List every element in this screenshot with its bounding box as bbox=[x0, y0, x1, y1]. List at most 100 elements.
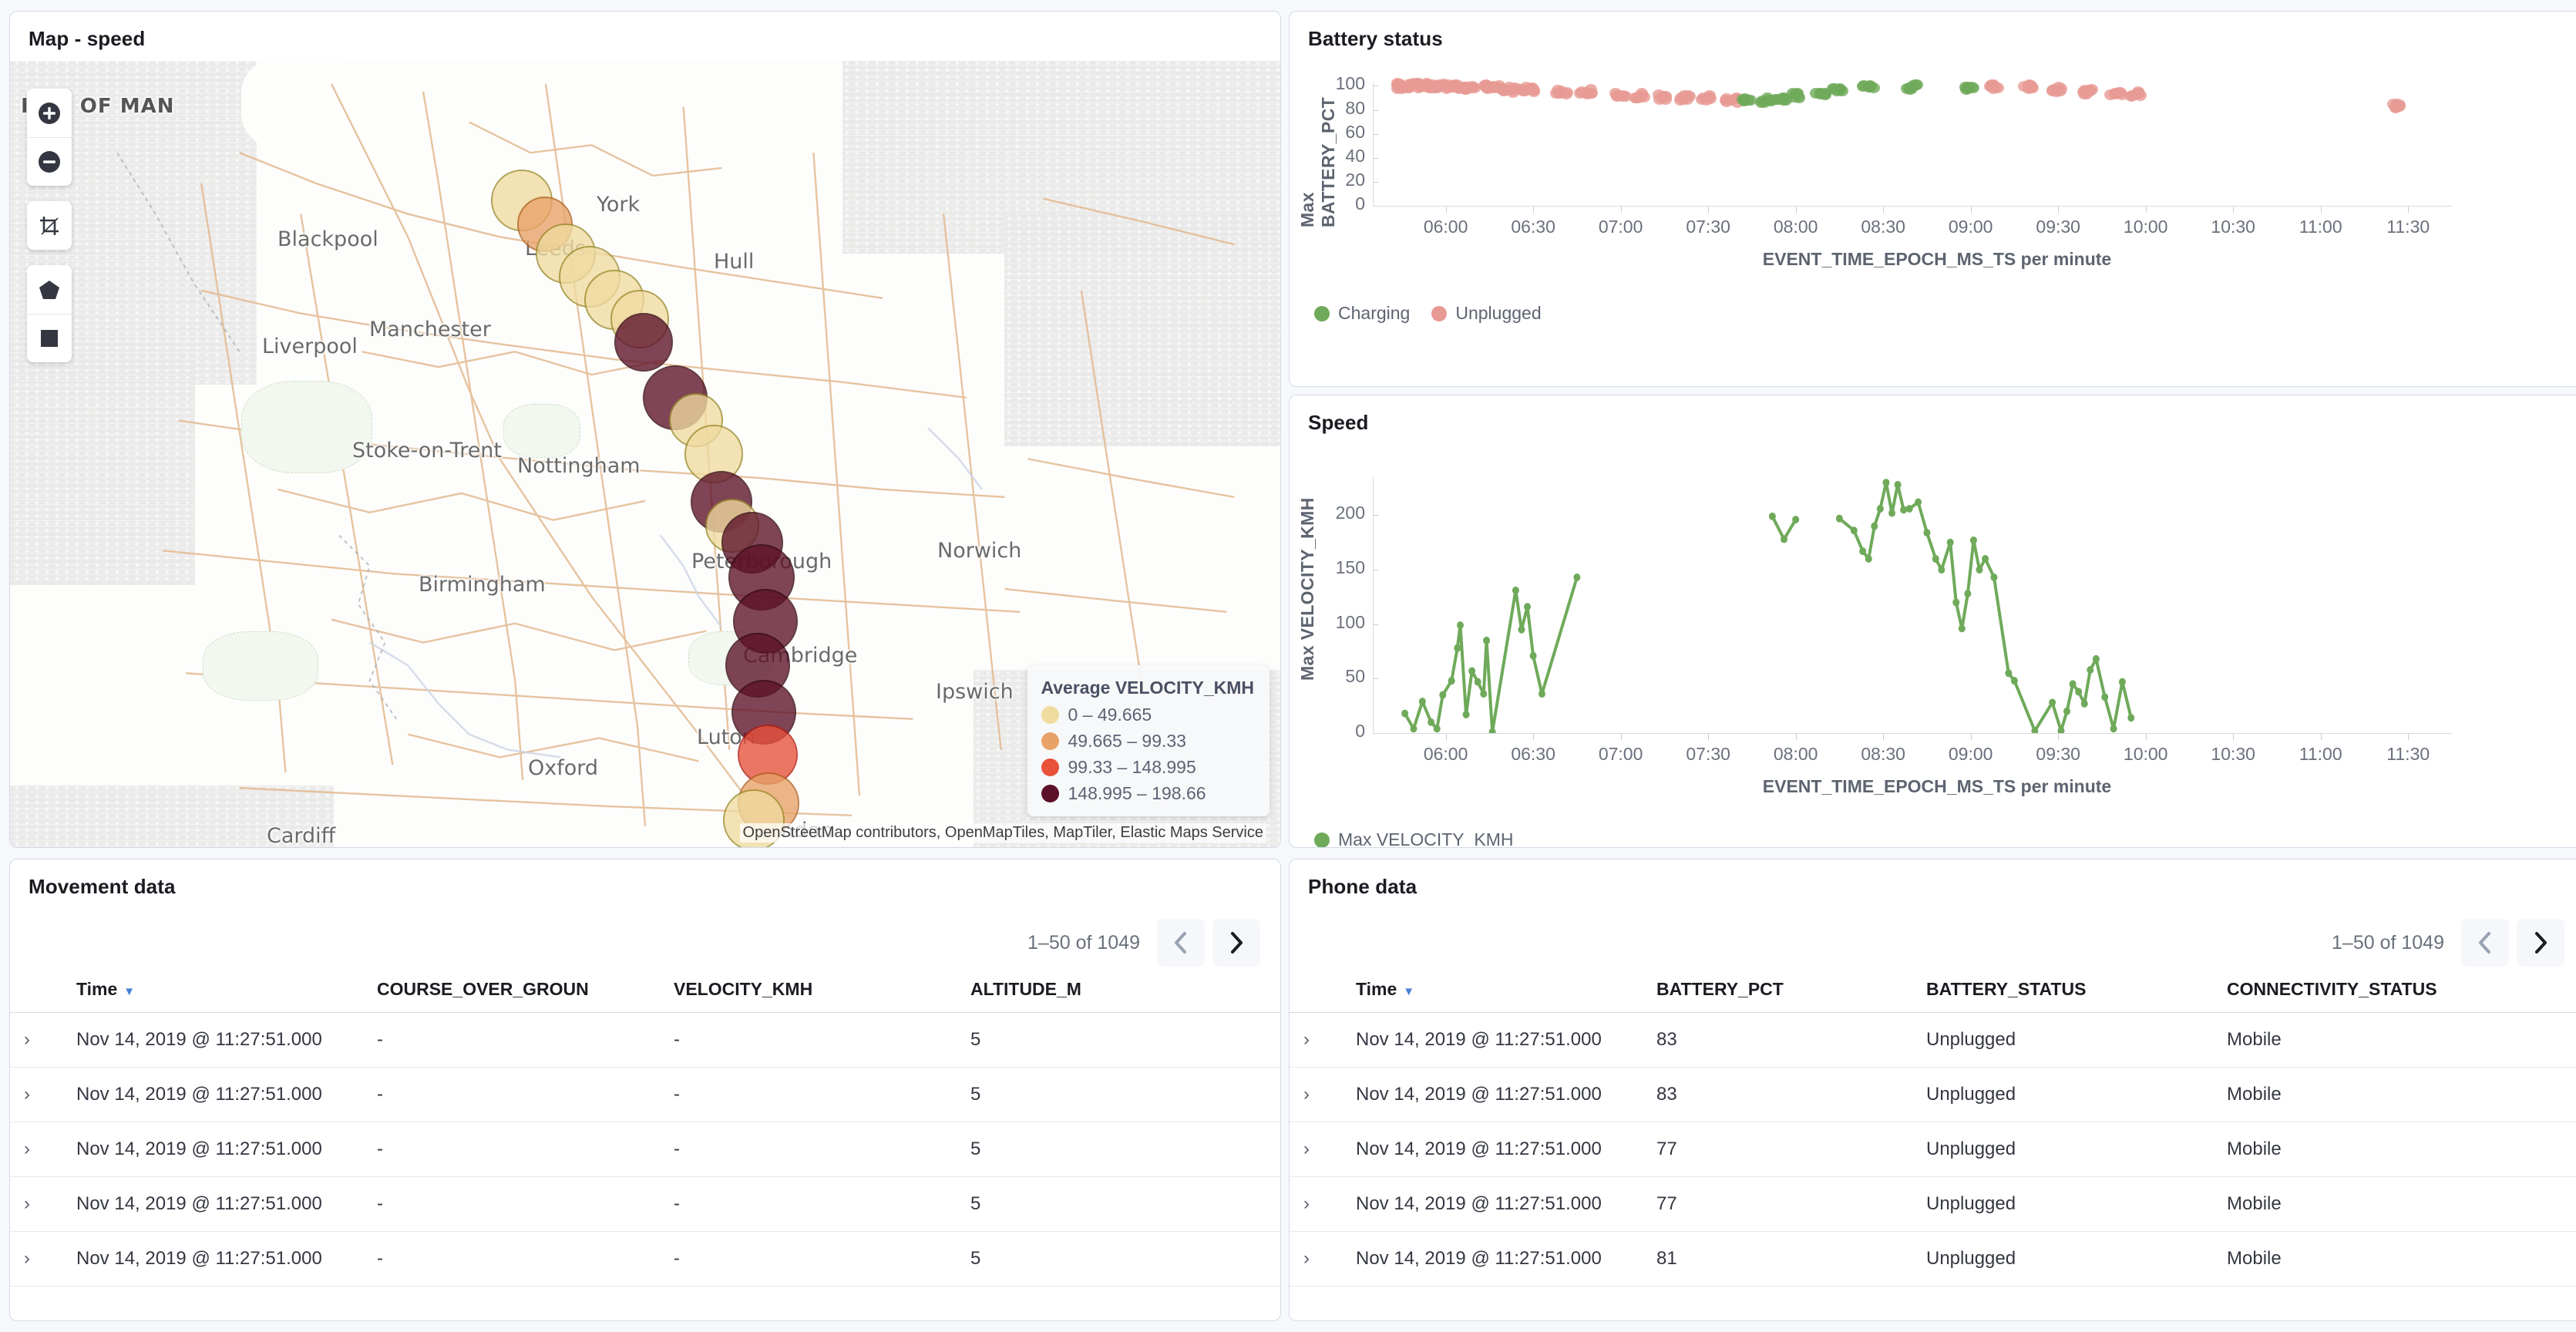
speed-data-point[interactable] bbox=[1530, 652, 1537, 660]
speed-data-point[interactable] bbox=[1483, 637, 1490, 644]
movement-next-page-button[interactable] bbox=[1212, 919, 1260, 967]
speed-data-point[interactable] bbox=[1932, 555, 1939, 563]
speed-data-point[interactable] bbox=[1434, 725, 1441, 732]
expand-row-icon[interactable]: › bbox=[1303, 1193, 1310, 1215]
speed-data-point[interactable] bbox=[1877, 505, 1884, 513]
row-expand-cell[interactable]: › bbox=[1290, 1177, 1333, 1232]
movement-col-course[interactable]: COURSE_OVER_GROUN bbox=[377, 967, 674, 1013]
expand-row-icon[interactable]: › bbox=[1303, 1029, 1310, 1051]
table-row[interactable]: › Nov 14, 2019 @ 11:27:51.000- -5 bbox=[10, 1232, 1280, 1287]
speed-data-point[interactable] bbox=[1539, 690, 1545, 698]
speed-plot-area[interactable] bbox=[1373, 477, 2452, 733]
speed-data-point[interactable] bbox=[1982, 555, 1989, 563]
speed-data-point[interactable] bbox=[1964, 590, 1971, 597]
movement-prev-page-button[interactable] bbox=[1157, 919, 1205, 967]
speed-legend-item[interactable]: Max VELOCITY_KMH bbox=[1314, 829, 1514, 848]
expand-row-icon[interactable]: › bbox=[24, 1248, 30, 1270]
speed-data-point[interactable] bbox=[1882, 479, 1889, 486]
speed-data-point[interactable] bbox=[1524, 603, 1531, 610]
phone-next-page-button[interactable] bbox=[2517, 919, 2564, 967]
battery-data-point[interactable] bbox=[1682, 90, 1694, 101]
speed-data-point[interactable] bbox=[1900, 506, 1907, 513]
battery-data-point[interactable] bbox=[1962, 82, 1975, 93]
map-marker[interactable] bbox=[614, 313, 673, 372]
expand-row-icon[interactable]: › bbox=[24, 1029, 30, 1051]
row-expand-cell[interactable]: › bbox=[10, 1013, 53, 1068]
expand-row-icon[interactable]: › bbox=[1303, 1084, 1310, 1105]
speed-data-point[interactable] bbox=[1419, 698, 1426, 705]
speed-data-point[interactable] bbox=[1792, 516, 1799, 523]
speed-data-point[interactable] bbox=[1990, 574, 1997, 581]
battery-data-point[interactable] bbox=[1857, 81, 1869, 92]
phone-col-connectivity[interactable]: CONNECTIVITY_STATUS bbox=[2227, 967, 2576, 1013]
speed-data-point[interactable] bbox=[2011, 677, 2018, 684]
battery-data-point[interactable] bbox=[1901, 83, 1913, 94]
speed-data-point[interactable] bbox=[1518, 626, 1525, 634]
speed-data-point[interactable] bbox=[1428, 718, 1434, 726]
table-row[interactable]: › Nov 14, 2019 @ 11:27:51.000 77 Unplugged M… bbox=[1290, 1177, 2576, 1232]
phone-prev-page-button[interactable] bbox=[2461, 919, 2509, 967]
phone-col-battery-status[interactable]: BATTERY_STATUS bbox=[1926, 967, 2227, 1013]
battery-legend-item[interactable]: Unplugged bbox=[1431, 303, 1541, 324]
table-row[interactable]: › Nov 14, 2019 @ 11:27:51.000 83 Unplugged M… bbox=[1290, 1013, 2576, 1068]
speed-data-point[interactable] bbox=[1895, 481, 1902, 489]
speed-data-point[interactable] bbox=[2127, 714, 2134, 722]
movement-col-altitude[interactable]: ALTITUDE_M bbox=[970, 967, 1280, 1013]
battery-data-point[interactable] bbox=[1987, 83, 1999, 94]
speed-chart[interactable]: Max VELOCITY_KMH 200 150 100 50 0 06:00 06:30… bbox=[1290, 440, 2576, 847]
map-controls[interactable] bbox=[27, 89, 72, 378]
battery-data-point[interactable] bbox=[1523, 84, 1535, 95]
speed-data-point[interactable] bbox=[1915, 498, 1922, 506]
speed-data-point[interactable] bbox=[1475, 678, 1481, 686]
row-expand-cell[interactable]: › bbox=[1290, 1013, 1333, 1068]
map-attribution[interactable]: OpenStreetMap contributors, OpenMapTiles… bbox=[740, 823, 1266, 843]
speed-data-point[interactable] bbox=[1480, 690, 1487, 698]
speed-data-point[interactable] bbox=[1512, 587, 1519, 594]
battery-data-point[interactable] bbox=[2391, 99, 2403, 109]
row-expand-cell[interactable]: › bbox=[10, 1068, 53, 1122]
battery-data-point[interactable] bbox=[2054, 86, 2067, 96]
battery-data-point[interactable] bbox=[1581, 89, 1593, 99]
table-row[interactable]: › Nov 14, 2019 @ 11:27:51.000 81 Unplugged M… bbox=[1290, 1232, 2576, 1287]
speed-data-point[interactable] bbox=[1865, 555, 1872, 563]
fit-bounds-button[interactable] bbox=[27, 201, 72, 250]
battery-plot-area[interactable] bbox=[1373, 76, 2452, 206]
expand-row-icon[interactable]: › bbox=[24, 1139, 30, 1160]
expand-row-icon[interactable]: › bbox=[24, 1084, 30, 1105]
speed-data-point[interactable] bbox=[1401, 710, 1408, 718]
phone-col-time[interactable]: Time ▼ bbox=[1333, 967, 1656, 1013]
speed-data-point[interactable] bbox=[1454, 644, 1461, 652]
phone-col-battery[interactable]: BATTERY_PCT bbox=[1656, 967, 1926, 1013]
speed-data-point[interactable] bbox=[2093, 655, 2100, 663]
speed-data-point[interactable] bbox=[2081, 700, 2088, 708]
battery-data-point[interactable] bbox=[1616, 91, 1629, 102]
table-row[interactable]: › Nov 14, 2019 @ 11:27:51.000- -5 bbox=[10, 1013, 1280, 1068]
draw-polygon-button[interactable] bbox=[27, 265, 72, 314]
draw-rectangle-button[interactable] bbox=[27, 314, 72, 362]
battery-data-point[interactable] bbox=[1656, 92, 1668, 103]
table-row[interactable]: › Nov 14, 2019 @ 11:27:51.000- -5 bbox=[10, 1122, 1280, 1177]
row-expand-cell[interactable]: › bbox=[10, 1177, 53, 1232]
table-row[interactable]: › Nov 14, 2019 @ 11:27:51.000 83 Unplugged M… bbox=[1290, 1068, 2576, 1122]
speed-data-point[interactable] bbox=[2049, 698, 2056, 706]
speed-data-point[interactable] bbox=[1463, 711, 1470, 718]
speed-data-point[interactable] bbox=[1836, 515, 1843, 523]
speed-data-point[interactable] bbox=[2070, 680, 2077, 688]
speed-data-point[interactable] bbox=[1851, 526, 1858, 534]
zoom-out-button[interactable] bbox=[27, 137, 72, 186]
movement-col-time[interactable]: Time ▼ bbox=[53, 967, 377, 1013]
table-row[interactable]: › Nov 14, 2019 @ 11:27:51.000- -5 bbox=[10, 1177, 1280, 1232]
expand-row-icon[interactable]: › bbox=[24, 1193, 30, 1215]
speed-data-point[interactable] bbox=[1489, 728, 1496, 733]
speed-data-point[interactable] bbox=[1888, 510, 1895, 517]
expand-row-icon[interactable]: › bbox=[1303, 1248, 1310, 1270]
expand-row-icon[interactable]: › bbox=[1303, 1139, 1310, 1160]
draw-control-group[interactable] bbox=[27, 265, 72, 362]
speed-data-point[interactable] bbox=[2101, 693, 2108, 701]
speed-data-point[interactable] bbox=[2075, 688, 2082, 695]
battery-data-point[interactable] bbox=[2125, 91, 2137, 102]
speed-data-point[interactable] bbox=[1923, 529, 1930, 536]
movement-col-velocity[interactable]: VELOCITY_KMH bbox=[674, 967, 970, 1013]
speed-data-point[interactable] bbox=[1871, 523, 1878, 530]
speed-data-point[interactable] bbox=[2005, 669, 2012, 677]
